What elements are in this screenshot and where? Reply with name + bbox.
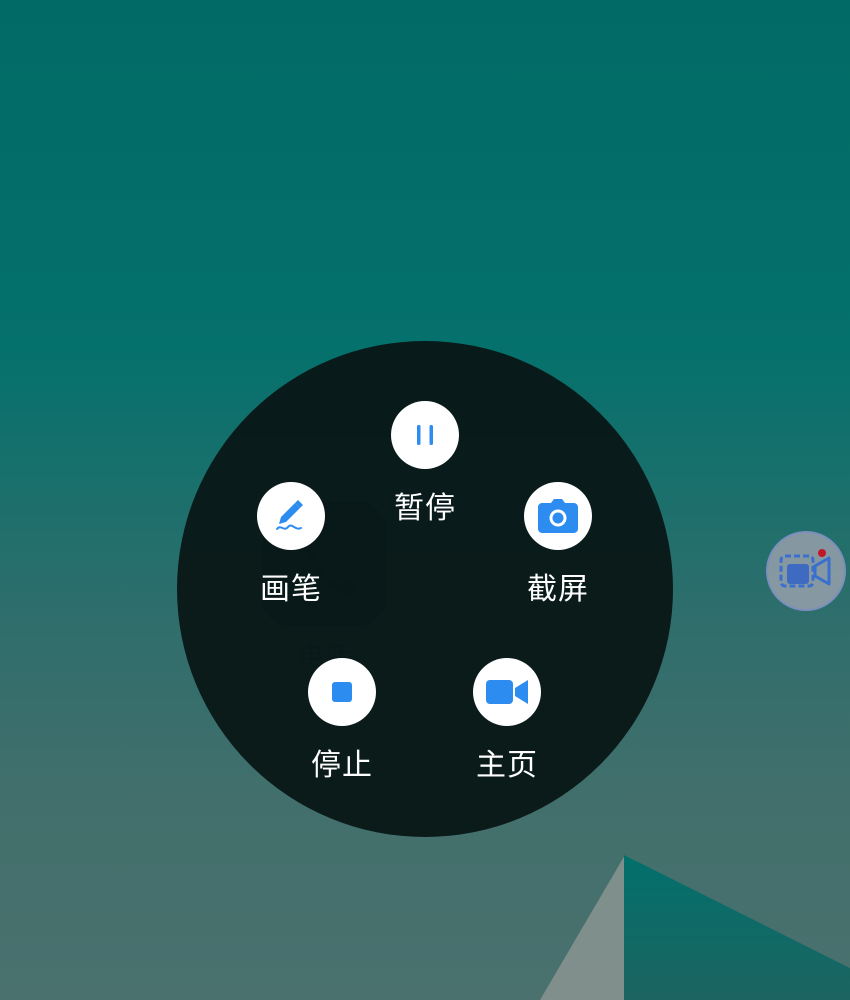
home-button[interactable]: 主页 [447,658,567,784]
pause-label: 暂停 [394,491,456,526]
screenshot-button[interactable]: 截屏 [498,482,618,608]
stop-label: 停止 [311,748,373,783]
draw-label: 画笔 [260,572,322,607]
pause-icon[interactable] [391,401,459,469]
camera-icon[interactable] [524,482,592,550]
radial-menu: 暂停 画笔 截屏 停止 主页 [177,341,673,837]
stop-icon[interactable] [308,658,376,726]
home-label: 主页 [476,748,538,783]
floating-record-button[interactable] [766,531,846,611]
draw-button[interactable]: 画笔 [231,482,351,608]
stop-button[interactable]: 停止 [282,658,402,784]
pencil-icon[interactable] [257,482,325,550]
wallpaper-shape-light [540,855,625,1000]
wallpaper-shape-teal [624,855,850,1000]
recording-indicator-dot [818,549,826,557]
pause-button[interactable]: 暂停 [365,401,485,527]
video-camera-icon[interactable] [473,658,541,726]
screen-record-icon [779,554,831,588]
screenshot-label: 截屏 [527,572,589,607]
